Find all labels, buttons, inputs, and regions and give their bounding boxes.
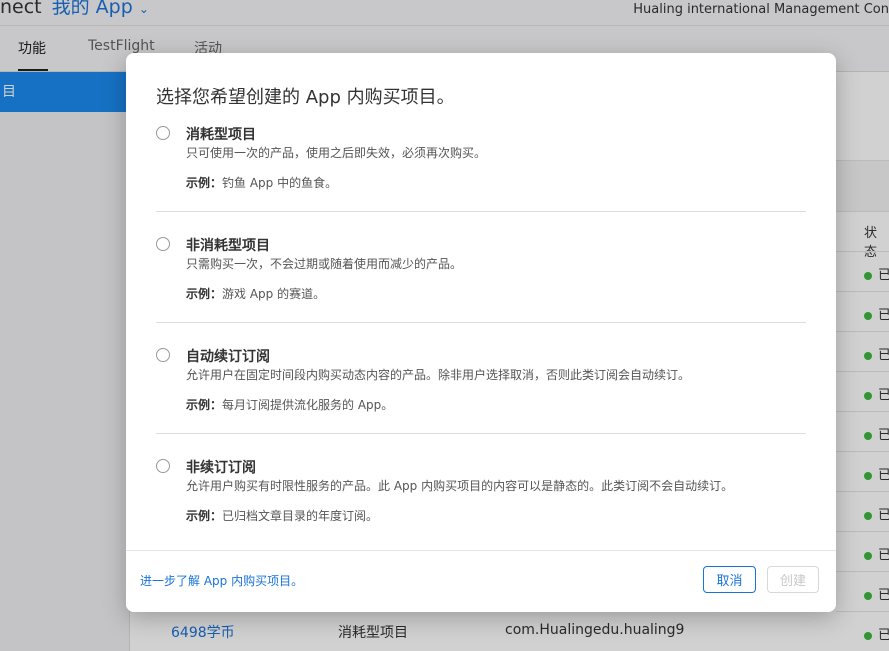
option-title: 非续订订阅 — [186, 460, 256, 476]
option-divider — [156, 211, 806, 212]
option-example: 示例：游戏 App 的赛道。 — [186, 287, 326, 301]
option-title: 非消耗型项目 — [186, 238, 270, 254]
create-button[interactable]: 创建 — [767, 566, 819, 593]
option-description: 允许用户购买有时限性服务的产品。此 App 内购买项目的内容可以是静态的。此类订… — [186, 479, 734, 493]
option-example: 示例：已归档文章目录的年度订阅。 — [186, 509, 379, 523]
cancel-button[interactable]: 取消 — [703, 566, 756, 593]
option-description: 只需购买一次，不会过期或随着使用而减少的产品。 — [186, 257, 463, 271]
dialog-footer: 进一步了解 App 内购买项目。 取消 创建 — [126, 550, 836, 612]
create-iap-dialog: 选择您希望创建的 App 内购买项目。 消耗型项目 只可使用一次的产品，使用之后… — [126, 53, 836, 612]
option-consumable[interactable]: 消耗型项目 只可使用一次的产品，使用之后即失效，必须再次购买。 示例：钓鱼 Ap… — [156, 124, 806, 194]
option-description: 允许用户在固定时间段内购买动态内容的产品。除非用户选择取消，否则此类订阅会自动续… — [186, 368, 691, 382]
dialog-title: 选择您希望创建的 App 内购买项目。 — [156, 87, 455, 108]
option-example: 示例：钓鱼 App 中的鱼食。 — [186, 176, 338, 190]
learn-more-link[interactable]: 进一步了解 App 内购买项目。 — [140, 572, 303, 589]
option-description: 只可使用一次的产品，使用之后即失效，必须再次购买。 — [186, 146, 487, 160]
option-divider — [156, 433, 806, 434]
option-non-consumable[interactable]: 非消耗型项目 只需购买一次，不会过期或随着使用而减少的产品。 示例：游戏 App… — [156, 235, 806, 305]
option-example: 示例：每月订阅提供流化服务的 App。 — [186, 398, 394, 412]
option-divider — [156, 322, 806, 323]
radio-consumable[interactable] — [156, 126, 170, 140]
radio-non-renewing[interactable] — [156, 459, 170, 473]
option-title: 自动续订订阅 — [186, 349, 270, 365]
option-auto-renewable[interactable]: 自动续订订阅 允许用户在固定时间段内购买动态内容的产品。除非用户选择取消，否则此… — [156, 346, 806, 416]
radio-non-consumable[interactable] — [156, 237, 170, 251]
option-title: 消耗型项目 — [186, 127, 256, 143]
radio-auto-renewable[interactable] — [156, 348, 170, 362]
option-non-renewing[interactable]: 非续订订阅 允许用户购买有时限性服务的产品。此 App 内购买项目的内容可以是静… — [156, 457, 806, 527]
